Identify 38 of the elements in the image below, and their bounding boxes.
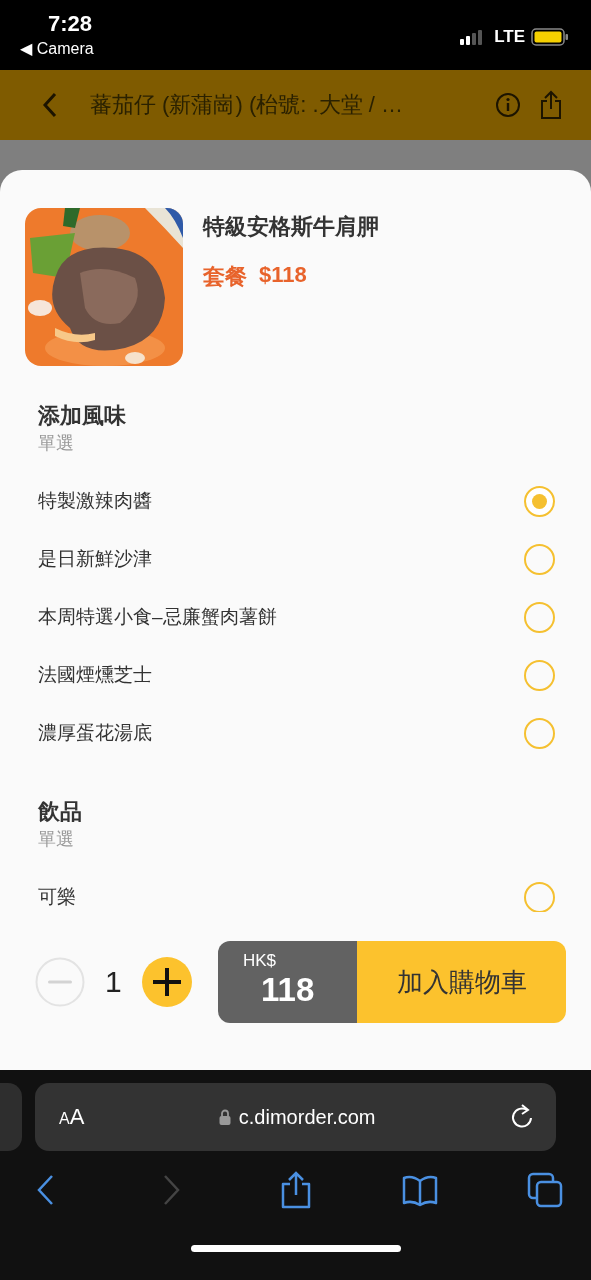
option-label[interactable]: 法國煙燻芝士	[38, 662, 152, 688]
back-to-app-link[interactable]: ◀ Camera	[20, 38, 94, 60]
reload-icon[interactable]	[510, 1104, 534, 1130]
address-bar[interactable]: AA c.dimorder.com	[35, 1083, 556, 1151]
share-icon[interactable]	[539, 90, 563, 120]
radio-button[interactable]	[524, 485, 555, 517]
status-time: 7:28	[48, 10, 94, 38]
radio-button[interactable]	[524, 881, 555, 912]
text-size-button[interactable]: AA	[59, 1104, 85, 1130]
dish-name: 特級安格斯牛肩胛	[203, 213, 379, 241]
restaurant-title: 蕃茄仔 (新蒲崗) (枱號: .大堂 / …	[90, 91, 404, 119]
option-label[interactable]: 濃厚蛋花湯底	[38, 720, 152, 746]
price-label: 套餐	[203, 263, 247, 291]
url-text: c.dimorder.com	[238, 1105, 376, 1129]
group-rule: 單選	[38, 432, 75, 455]
total-amount: 118	[261, 971, 316, 1009]
tabs-icon[interactable]	[527, 1171, 563, 1209]
option-label[interactable]: 特製激辣肉醬	[38, 488, 152, 514]
lock-icon	[218, 1109, 231, 1125]
network-label: LTE	[494, 27, 525, 47]
option-label[interactable]: 可樂	[38, 884, 76, 910]
quantity-value: 1	[104, 965, 123, 999]
option-label[interactable]: 是日新鮮沙津	[38, 546, 152, 572]
option-label[interactable]: 本周特選小食–忌廉蟹肉薯餅	[38, 604, 277, 630]
group-title: 飲品	[38, 798, 83, 826]
back-icon[interactable]	[42, 92, 58, 118]
add-to-cart-button[interactable]: 加入購物車	[357, 941, 566, 1023]
radio-button[interactable]	[524, 717, 555, 749]
radio-button[interactable]	[524, 601, 555, 633]
currency-label: HK$	[243, 951, 278, 971]
info-icon[interactable]	[495, 92, 521, 118]
radio-button[interactable]	[524, 659, 555, 691]
group-title: 添加風味	[38, 402, 127, 430]
plus-button[interactable]	[141, 957, 192, 1007]
group-rule: 單選	[38, 828, 75, 851]
price: $118	[259, 262, 307, 289]
battery-icon	[531, 28, 569, 46]
radio-button[interactable]	[524, 543, 555, 575]
